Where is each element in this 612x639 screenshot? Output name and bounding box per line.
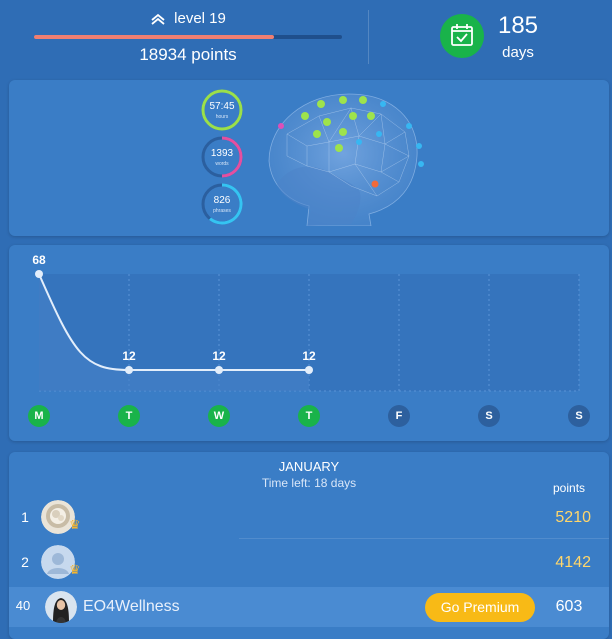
data-label: 68 [32, 253, 46, 267]
data-point [215, 366, 223, 374]
level-indicator: level 19 [34, 10, 342, 27]
stat-hours-value: 57:45 [209, 101, 235, 112]
leaderboard-rank: 2 [21, 554, 29, 570]
weekday-3[interactable]: T [298, 405, 320, 427]
go-premium-button[interactable]: Go Premium [425, 593, 535, 622]
data-label: 12 [302, 349, 316, 363]
stat-hours: 57:45 hours [201, 89, 243, 131]
my-avatar[interactable] [45, 591, 77, 623]
weekly-activity-chart: 68 12 12 12 M T W T F S S [9, 245, 609, 441]
level-label: level 19 [174, 10, 226, 27]
level-progress-bar [34, 35, 342, 39]
chevron-up-icon [151, 13, 165, 25]
stat-phrases-unit: phrases [213, 208, 231, 214]
stats-card: 57:45 hours 1393 words 826 phrases [9, 80, 609, 236]
weekday-6[interactable]: S [568, 405, 590, 427]
my-leaderboard-row[interactable]: 40 EO4Wellness Go Premium 603 [9, 587, 609, 627]
data-point [305, 366, 313, 374]
leaderboard-rank: 1 [21, 509, 29, 525]
header-divider [368, 10, 369, 64]
weekday-5[interactable]: S [478, 405, 500, 427]
my-rank: 40 [15, 598, 31, 613]
my-username: EO4Wellness [83, 598, 180, 615]
progress-header: level 19 18934 points 185 days [0, 0, 612, 75]
weekday-2[interactable]: W [208, 405, 230, 427]
calendar-check-icon [440, 14, 484, 58]
time-left-label: Time left: 18 days [261, 476, 357, 490]
crown-icon: ♛ [69, 562, 81, 577]
streak-days-label: days [502, 44, 534, 61]
leaderboard-row[interactable]: 1 ♛ 5210 [9, 498, 609, 539]
points-column-header: points [553, 481, 586, 495]
weekday-1[interactable]: T [118, 405, 140, 427]
crown-icon: ♛ [69, 517, 81, 532]
level-progress-fill [34, 35, 275, 39]
streak-days-count: 185 [497, 12, 539, 39]
data-point [125, 366, 133, 374]
row-divider [239, 538, 609, 539]
leaderboard-points: 5210 [555, 509, 591, 526]
stat-words-value: 1393 [210, 148, 234, 159]
stat-words: 1393 words [201, 136, 243, 178]
weekday-0[interactable]: M [28, 405, 50, 427]
stat-hours-unit: hours [215, 114, 229, 120]
brain-illustration [268, 93, 424, 226]
stat-phrases-value: 826 [213, 195, 231, 206]
leaderboard-month: JANUARY [278, 459, 340, 474]
weekday-4[interactable]: F [388, 405, 410, 427]
data-label: 12 [122, 349, 136, 363]
stat-words-unit: words [215, 161, 229, 167]
data-label: 12 [212, 349, 226, 363]
leaderboard-points: 4142 [555, 554, 591, 571]
points-total: 18934 points [139, 45, 237, 64]
leaderboard-row[interactable]: 2 ♛ 4142 [9, 543, 609, 583]
stat-phrases: 826 phrases [201, 183, 243, 225]
leaderboard-card: JANUARY Time left: 18 days points 1 ♛ 52… [9, 452, 609, 639]
data-point [35, 270, 43, 278]
my-points: 603 [555, 598, 583, 615]
